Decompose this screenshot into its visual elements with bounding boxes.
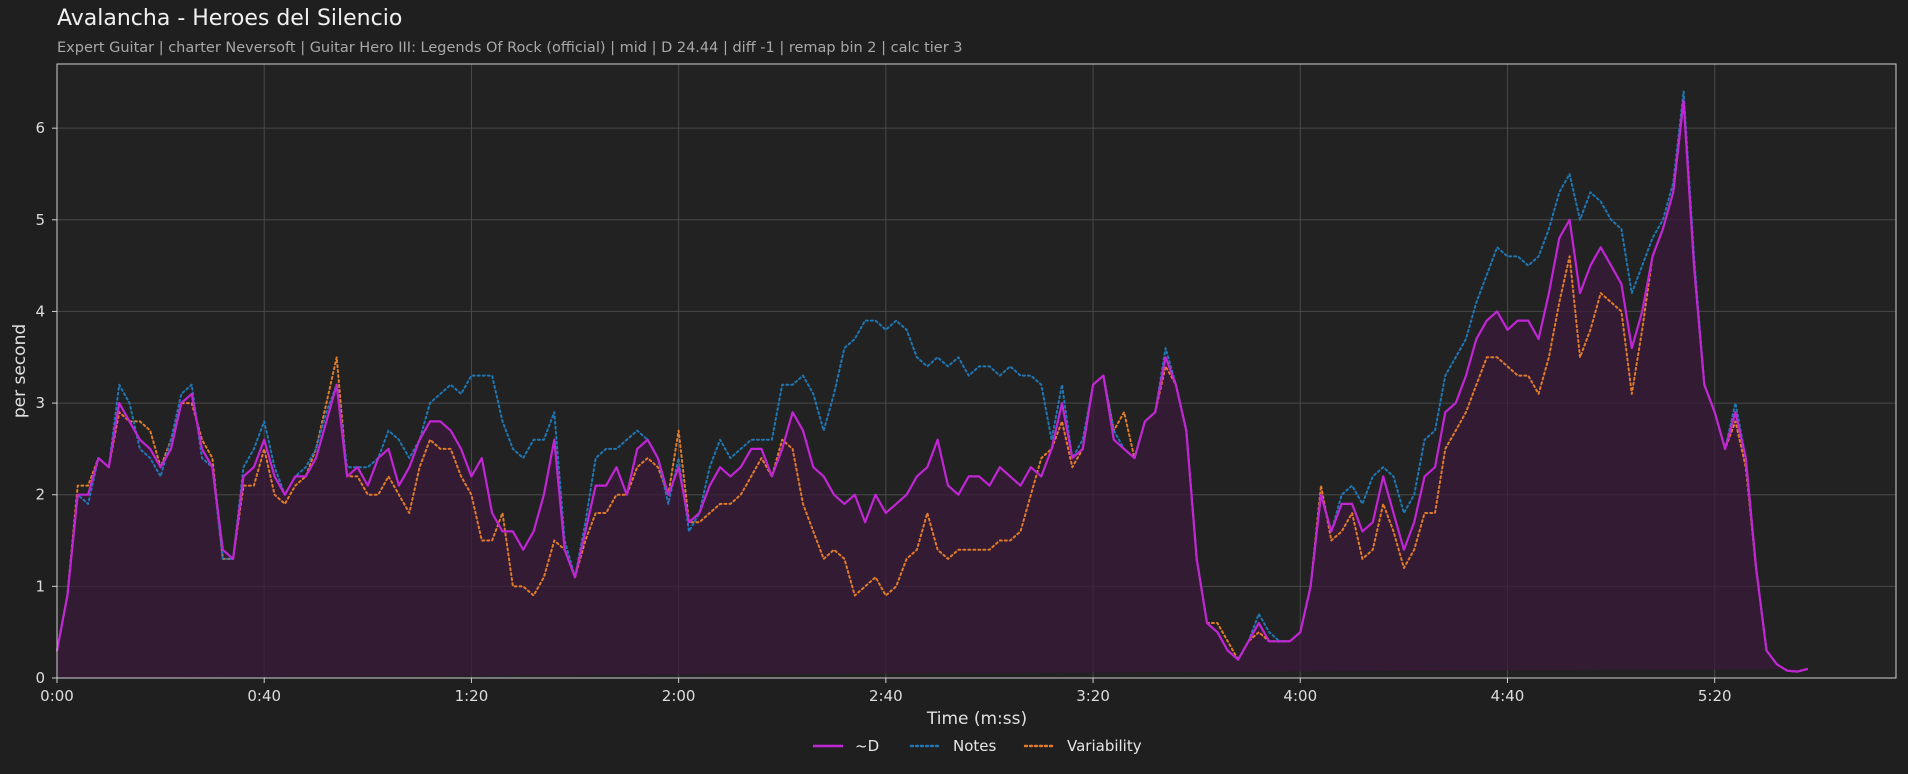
y-tick-label: 5 [35, 211, 45, 229]
line-chart: 0:00 0:40 1:20 2:00 2:40 3:20 4:00 4:40 5:20 0 1 2… [10, 63, 1897, 755]
x-tick-label: 2:40 [869, 687, 903, 705]
y-tick-label: 4 [35, 302, 45, 320]
x-tick-label: 0:40 [247, 687, 281, 705]
x-tick-label: 3:20 [1076, 687, 1110, 705]
x-tick-label: 5:20 [1698, 687, 1732, 705]
y-axis-ticks: 0 1 2 3 4 5 6 [35, 119, 57, 687]
legend-label: Notes [953, 737, 997, 755]
x-tick-label: 1:20 [455, 687, 489, 705]
x-axis-label: Time (m:ss) [926, 709, 1027, 729]
y-tick-label: 0 [35, 669, 45, 687]
legend: ~D Notes Variability [813, 737, 1142, 755]
legend-label: ~D [855, 737, 879, 755]
x-axis-ticks: 0:00 0:40 1:20 2:00 2:40 3:20 4:00 4:40 5:20 [40, 678, 1732, 705]
x-tick-label: 0:00 [40, 687, 74, 705]
x-tick-label: 4:00 [1283, 687, 1317, 705]
y-tick-label: 3 [35, 394, 45, 412]
legend-label: Variability [1067, 737, 1142, 755]
y-tick-label: 6 [35, 119, 45, 137]
x-tick-label: 2:00 [662, 687, 696, 705]
y-tick-label: 2 [35, 486, 45, 504]
x-tick-label: 4:40 [1491, 687, 1525, 705]
y-tick-label: 1 [35, 577, 45, 595]
y-axis-label: per second [10, 324, 30, 418]
